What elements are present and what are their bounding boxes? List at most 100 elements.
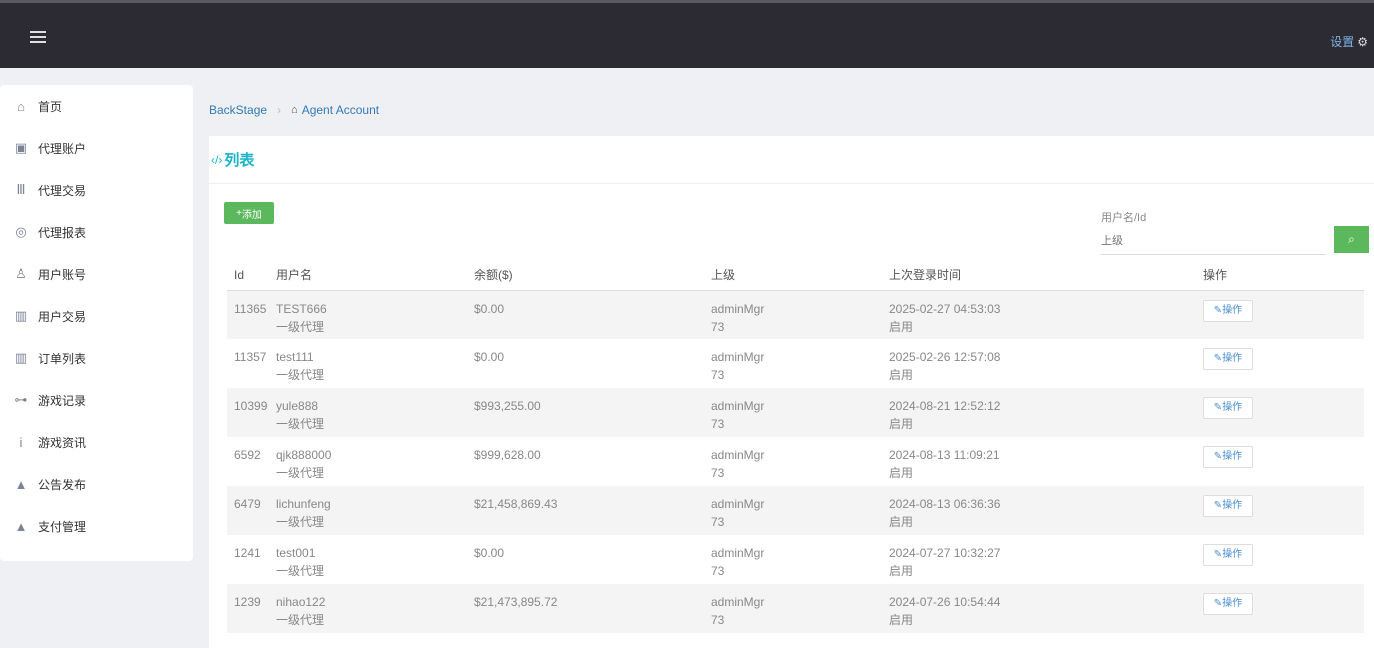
- table-row: 1239 nihao122 一级代理 $21,473,895.72 adminMgr 73…: [227, 584, 1364, 633]
- sidebar-item-user-transactions[interactable]: ▥ 用户交易: [0, 295, 193, 337]
- agent-balance: $0.00: [474, 546, 505, 560]
- operate-button-label: 操作: [1222, 598, 1243, 609]
- sidebar-item-agent-transactions[interactable]: Ⅲ 代理交易: [0, 169, 193, 211]
- sidebar-item-user-accounts[interactable]: ♙ 用户账号: [0, 253, 193, 295]
- agent-parent: adminMgr: [711, 350, 765, 364]
- sidebar-item-agent-account[interactable]: ▣ 代理账户: [0, 127, 193, 169]
- sidebar-item-payment[interactable]: ▲ 支付管理: [0, 505, 193, 547]
- agent-last-login: 2024-07-27 10:32:27: [889, 546, 1001, 560]
- operate-button[interactable]: ✎ 操作: [1203, 397, 1253, 419]
- sidebar-item-label: 支付管理: [38, 519, 87, 534]
- operate-button[interactable]: ✎ 操作: [1203, 495, 1253, 517]
- cell-parent: adminMgr 73: [704, 486, 882, 535]
- agent-parent: adminMgr: [711, 399, 765, 413]
- agent-id: 1241: [234, 546, 261, 560]
- cell-balance: $21,458,869.43: [467, 486, 704, 535]
- sidebar-item-label: 代理报表: [38, 225, 87, 240]
- home-icon: ⌂: [291, 104, 298, 116]
- cell-id: 1241: [227, 535, 269, 584]
- cell-last-login: 2024-08-13 06:36:36 启用: [882, 486, 1196, 535]
- operate-button-label: 操作: [1222, 353, 1243, 364]
- agent-last-login: 2025-02-27 04:53:03: [889, 301, 1001, 316]
- cell-balance: $21,473,895.72: [467, 584, 704, 633]
- main-content: BackStage › ⌂ Agent Account ‹/› 列表 + 添加 用…: [209, 85, 1374, 648]
- agent-level: 一级代理: [276, 515, 325, 529]
- sidebar-item-label: 用户交易: [38, 309, 87, 324]
- sidebar-item-label: 用户账号: [38, 267, 87, 282]
- gear-icon: ⚙: [1357, 34, 1368, 49]
- briefcase-icon: ▥: [14, 308, 28, 323]
- agent-balance: $999,628.00: [474, 448, 541, 462]
- sidebar-item-label: 游戏资讯: [38, 435, 87, 450]
- bank-icon: Ⅲ: [16, 182, 26, 197]
- cell-last-login: 2024-08-21 12:52:12 启用: [882, 388, 1196, 437]
- operate-button[interactable]: ✎ 操作: [1203, 446, 1253, 468]
- table-row: 11357 test111 一级代理 $0.00 adminMgr 73 2025-02-2…: [227, 339, 1364, 388]
- agent-level: 一级代理: [276, 319, 325, 334]
- user-icon: ♙: [15, 266, 27, 281]
- table-row: 6479 lichunfeng 一级代理 $21,458,869.43 adminMgr…: [227, 486, 1364, 535]
- top-navbar: 设置 ⚙: [0, 0, 1374, 68]
- agent-status: 启用: [889, 613, 914, 627]
- cell-action: ✎ 操作: [1196, 486, 1364, 535]
- breadcrumb-current: Agent Account: [301, 103, 380, 117]
- add-button[interactable]: + 添加: [224, 202, 274, 224]
- hamburger-icon[interactable]: [30, 31, 46, 43]
- breadcrumb-root[interactable]: BackStage: [209, 103, 267, 117]
- cell-balance: $0.00: [467, 535, 704, 584]
- breadcrumb-separator: ›: [277, 103, 282, 117]
- agent-last-login: 2024-08-13 06:36:36: [889, 497, 1001, 511]
- agent-balance: $993,255.00: [474, 399, 541, 413]
- sidebar-item-game-news[interactable]: i 游戏资讯: [0, 421, 193, 463]
- operate-button[interactable]: ✎ 操作: [1203, 348, 1253, 370]
- table-row: 11365 TEST666 一级代理 $0.00 adminMgr 73 2025-02-2…: [227, 290, 1364, 339]
- agent-balance: $21,473,895.72: [474, 595, 558, 609]
- home-icon: ⌂: [17, 98, 25, 114]
- operate-button[interactable]: ✎ 操作: [1203, 544, 1253, 566]
- operate-button-label: 操作: [1222, 304, 1243, 316]
- sidebar-item-label: 代理交易: [38, 183, 87, 198]
- cell-id: 10399: [227, 388, 269, 437]
- table-row: 10399 yule888 一级代理 $993,255.00 adminMgr 73 202…: [227, 388, 1364, 437]
- agent-username: nihao122: [276, 595, 326, 609]
- agent-id: 11365: [234, 301, 267, 316]
- search-label: 用户名/Id: [1101, 212, 1147, 224]
- agent-level: 一级代理: [276, 368, 325, 382]
- agent-level: 一级代理: [276, 564, 325, 578]
- cell-action: ✎ 操作: [1196, 290, 1364, 339]
- cell-action: ✎ 操作: [1196, 388, 1364, 437]
- cell-last-login: 2025-02-26 12:57:08 启用: [882, 339, 1196, 388]
- bell-icon: ▲: [14, 476, 28, 492]
- sidebar-item-agent-reports[interactable]: ◎ 代理报表: [0, 211, 193, 253]
- operate-button[interactable]: ✎ 操作: [1203, 299, 1253, 322]
- agent-status: 启用: [889, 319, 914, 334]
- lock-icon: ▣: [14, 140, 28, 155]
- agent-status: 启用: [889, 368, 914, 382]
- operate-button[interactable]: ✎ 操作: [1203, 593, 1253, 615]
- edit-icon: ✎: [1213, 304, 1223, 316]
- table-row: 1241 test001 一级代理 $0.00 adminMgr 73 2024-07-27…: [227, 535, 1364, 584]
- agent-username: qjk888000: [276, 448, 332, 462]
- column-header-id: Id: [227, 260, 269, 291]
- settings-label: 设置: [1330, 35, 1355, 49]
- search-button[interactable]: ⌕: [1334, 226, 1369, 253]
- column-header-parent: 上级: [704, 260, 882, 291]
- sidebar-item-announcements[interactable]: ▲ 公告发布: [0, 463, 193, 505]
- edit-icon: ✎: [1213, 451, 1223, 462]
- gamepad-icon: ⊶: [14, 392, 28, 407]
- agent-status: 启用: [889, 564, 914, 578]
- settings-link[interactable]: 设置 ⚙: [1330, 33, 1368, 50]
- edit-icon: ✎: [1213, 353, 1223, 364]
- agent-username: test001: [276, 546, 316, 560]
- sidebar-item-home[interactable]: ⌂ 首页: [0, 85, 193, 127]
- sidebar-item-game-records[interactable]: ⊶ 游戏记录: [0, 379, 193, 421]
- sidebar: ⌂ 首页 ▣ 代理账户 Ⅲ 代理交易 ◎ 代理报表 ♙ 用户账号 ▥ 用户交易 ▥ 订单列表 …: [0, 85, 193, 561]
- edit-icon: ✎: [1213, 500, 1223, 511]
- cell-id: 6479: [227, 486, 269, 535]
- agent-parent: adminMgr: [711, 546, 765, 560]
- agent-last-login: 2024-07-26 10:54:44: [889, 595, 1001, 609]
- search-input[interactable]: [1101, 228, 1326, 255]
- sidebar-item-orders[interactable]: ▥ 订单列表: [0, 337, 193, 379]
- agent-parent-id: 73: [711, 515, 725, 529]
- cell-parent: adminMgr 73: [704, 290, 882, 339]
